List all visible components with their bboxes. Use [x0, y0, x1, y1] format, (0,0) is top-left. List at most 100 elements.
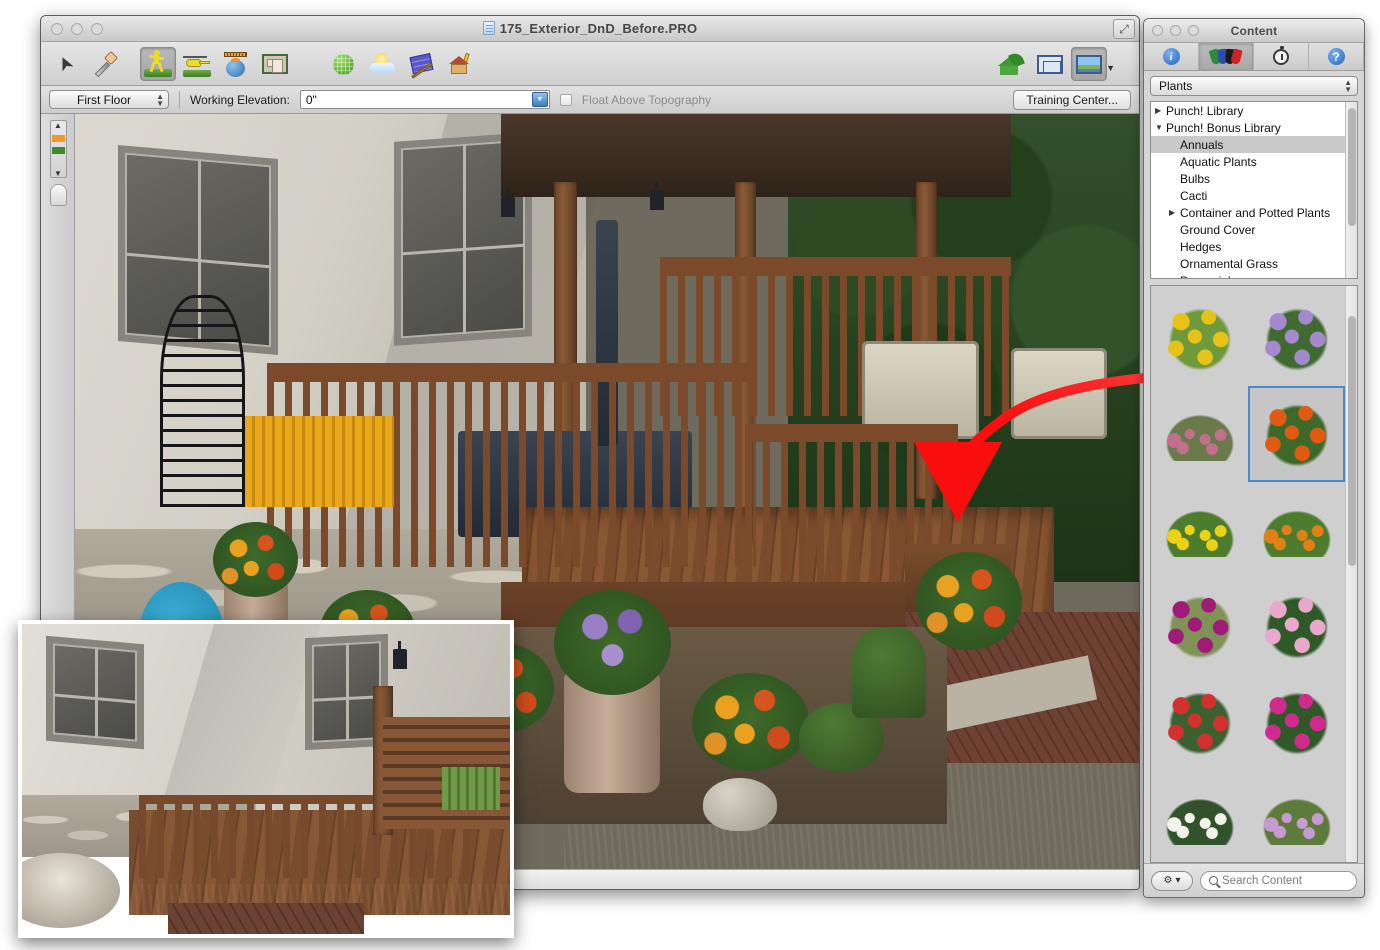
tab-help[interactable]: ? [1309, 43, 1364, 70]
potted-flowers-1 [213, 522, 298, 598]
ornamental-grass [852, 627, 926, 718]
patio-chair-2 [1011, 348, 1107, 439]
slider-down-arrow-icon[interactable]: ▼ [54, 169, 62, 178]
plant-lavender-trailing [1254, 791, 1340, 845]
plant-thumbnail[interactable] [1248, 578, 1345, 674]
zoom-button[interactable] [91, 23, 103, 35]
document-icon [483, 21, 495, 35]
green-house-view-button[interactable] [993, 47, 1029, 81]
house-pencil-icon [446, 51, 476, 77]
tab-info[interactable]: i [1144, 43, 1199, 70]
content-close-button[interactable] [1152, 25, 1163, 36]
content-titlebar[interactable]: Content [1144, 19, 1364, 43]
tree-item[interactable]: Ground Cover [1151, 221, 1345, 238]
inset-wall-lantern [393, 649, 407, 669]
tree-item-label: Ornamental Grass [1180, 257, 1278, 271]
tree-item[interactable]: Perennials [1151, 272, 1345, 278]
elevation-input[interactable]: 0" ▼ [300, 90, 550, 109]
satellite-view-tool[interactable] [218, 47, 254, 81]
plant-purple-aster [1254, 301, 1340, 375]
tree-item-label: Ground Cover [1180, 223, 1255, 237]
ladder-rack [160, 295, 245, 506]
tree-item[interactable]: Aquatic Plants [1151, 153, 1345, 170]
slider-up-arrow-icon[interactable]: ▲ [54, 121, 62, 130]
tree-item[interactable]: Cacti [1151, 187, 1345, 204]
grid-scrollbar-knob[interactable] [1348, 316, 1356, 566]
thumbnail-grid-box[interactable] [1150, 285, 1358, 863]
close-button[interactable] [51, 23, 63, 35]
elevation-dropdown-icon[interactable]: ▼ [532, 92, 548, 107]
plant-thumbnail[interactable] [1248, 482, 1345, 578]
walkthrough-view-tool[interactable] [140, 47, 176, 81]
eyedropper-icon [89, 51, 119, 77]
library-tree-list[interactable]: Punch! LibraryPunch! Bonus LibraryAnnual… [1151, 102, 1345, 278]
tree-item[interactable]: Ornamental Grass [1151, 255, 1345, 272]
category-selector-value: Plants [1159, 79, 1192, 93]
floor-selector[interactable]: First Floor ▲▼ [49, 90, 169, 109]
slider-band-orange [52, 135, 65, 142]
plant-thumbnail[interactable] [1248, 674, 1345, 770]
plant-thumbnail[interactable] [1151, 674, 1248, 770]
plant-thumbnail[interactable] [1151, 770, 1248, 863]
thumbnail-grid[interactable] [1151, 286, 1345, 862]
tab-content[interactable] [1199, 43, 1254, 70]
gear-icon: ⚙ [1164, 875, 1173, 886]
plant-orange-marigold [1254, 503, 1340, 557]
tree-scrollbar[interactable] [1345, 102, 1357, 278]
tree-item[interactable]: Punch! Bonus Library [1151, 119, 1345, 136]
disclosure-triangle-closed-icon[interactable] [1155, 106, 1166, 115]
content-footer: ⚙ ▾ Search Content [1144, 863, 1364, 897]
tree-item[interactable]: Container and Potted Plants [1151, 204, 1345, 221]
chevron-down-icon[interactable]: ▼ [1106, 63, 1115, 73]
floorplan-view-tool[interactable] [257, 47, 293, 81]
tree-item[interactable]: Punch! Library [1151, 102, 1345, 119]
elevation-slider[interactable]: ▲ ▼ [50, 120, 67, 178]
weather-tool[interactable] [365, 47, 401, 81]
plant-thumbnail[interactable] [1248, 290, 1345, 386]
window-controls[interactable] [51, 23, 103, 35]
plant-thumbnail[interactable] [1151, 290, 1248, 386]
house-design-tool[interactable] [443, 47, 479, 81]
blueprint-tool[interactable] [404, 47, 440, 81]
tree-item-label: Punch! Library [1166, 104, 1243, 118]
main-titlebar[interactable]: 175_Exterior_DnD_Before.PRO ⤢ [41, 16, 1139, 42]
expand-icon[interactable]: ⤢ [1113, 19, 1135, 39]
elevation-slider-thumb[interactable] [50, 184, 67, 206]
options-bar: First Floor ▲▼ Working Elevation: 0" ▼ F… [41, 86, 1139, 114]
library-tree[interactable]: Punch! LibraryPunch! Bonus LibraryAnnual… [1150, 101, 1358, 279]
plant-thumbnail[interactable] [1151, 386, 1248, 482]
disclosure-triangle-open-icon[interactable] [1155, 123, 1166, 132]
tree-scrollbar-knob[interactable] [1348, 108, 1356, 226]
tree-item[interactable]: Annuals [1151, 136, 1345, 153]
training-center-button[interactable]: Training Center... [1013, 90, 1131, 110]
float-above-topography-checkbox[interactable] [560, 94, 572, 106]
content-window-controls[interactable] [1152, 25, 1199, 36]
globe-render-tool[interactable] [326, 47, 362, 81]
plant-thumbnail[interactable] [1248, 770, 1345, 863]
plant-thumbnail[interactable] [1151, 578, 1248, 674]
plant-orange-gaillardia [1254, 397, 1340, 471]
green-globe-icon [329, 51, 359, 77]
updown-arrows-icon: ▲▼ [1344, 79, 1352, 93]
minimize-button[interactable] [71, 23, 83, 35]
content-zoom-button[interactable] [1188, 25, 1199, 36]
category-selector[interactable]: Plants ▲▼ [1150, 76, 1358, 96]
select-arrow-tool[interactable] [47, 47, 83, 81]
sun-cloud-icon [368, 51, 398, 77]
search-content-field[interactable]: Search Content [1200, 871, 1357, 891]
settings-gear-button[interactable]: ⚙ ▾ [1151, 871, 1193, 891]
inset-preview-window[interactable] [18, 620, 514, 938]
plant-thumbnail[interactable] [1151, 482, 1248, 578]
plan-view-button[interactable] [1032, 47, 1068, 81]
disclosure-triangle-closed-icon[interactable] [1169, 208, 1180, 217]
content-minimize-button[interactable] [1170, 25, 1181, 36]
plant-magenta-small [1157, 589, 1243, 663]
3d-view-button[interactable]: ▼ [1071, 47, 1107, 81]
grid-scrollbar[interactable] [1345, 286, 1357, 862]
tree-item[interactable]: Hedges [1151, 238, 1345, 255]
tab-timer[interactable] [1254, 43, 1309, 70]
eyedropper-tool[interactable] [86, 47, 122, 81]
plant-thumbnail[interactable] [1248, 386, 1345, 482]
aerial-view-tool[interactable] [179, 47, 215, 81]
tree-item[interactable]: Bulbs [1151, 170, 1345, 187]
